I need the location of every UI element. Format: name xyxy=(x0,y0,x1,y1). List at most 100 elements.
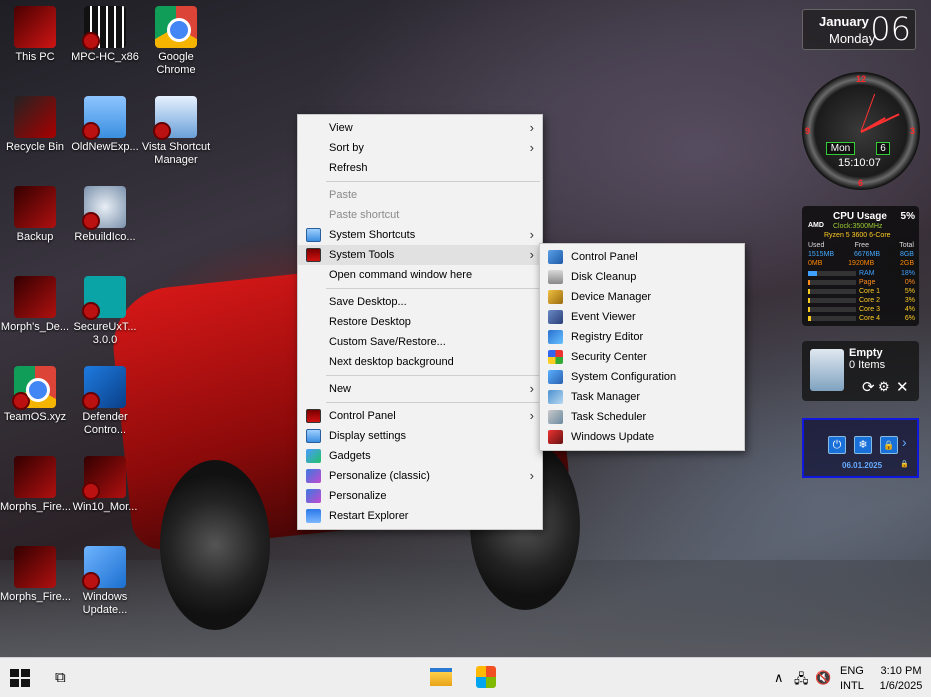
menu-item-save-desktop[interactable]: Save Desktop... xyxy=(298,292,542,312)
defender-icon xyxy=(82,366,126,410)
submenu-item-control-panel[interactable]: Control Panel xyxy=(540,247,744,267)
taskbar-clock[interactable]: 3:10 PM 1/6/2025 xyxy=(876,664,926,694)
refresh-icon[interactable]: ⟳ xyxy=(862,378,875,396)
folder-icon xyxy=(82,96,126,140)
desktop-icon-windows-update[interactable]: Windows Update... xyxy=(70,546,140,617)
desktop-icon-backup[interactable]: Backup xyxy=(0,186,70,244)
this-pc-icon xyxy=(14,6,56,48)
secureux-icon xyxy=(82,276,126,320)
desktop-icon-defender-control[interactable]: Defender Contro... xyxy=(70,366,140,437)
show-hidden-icons-chevron-icon[interactable]: ∧ xyxy=(774,670,784,686)
usage-meter-value: 18% xyxy=(900,270,915,277)
next-arrow-icon[interactable]: › xyxy=(902,434,907,450)
desktop-icon-oldnewexp[interactable]: OldNewExp... xyxy=(70,96,140,154)
menu-item-custom-save-restore[interactable]: Custom Save/Restore... xyxy=(298,332,542,352)
disk-cleanup-icon xyxy=(548,270,563,284)
cpu-clock-speed: Clock:3500MHz xyxy=(833,223,883,230)
submenu-item-disk-cleanup[interactable]: Disk Cleanup xyxy=(540,267,744,287)
menu-item-system-tools[interactable]: System Tools › xyxy=(298,245,542,265)
submenu-item-system-configuration[interactable]: System Configuration xyxy=(540,367,744,387)
desktop-icon-rebuildicon[interactable]: RebuildIco... xyxy=(70,186,140,244)
menu-item-label: Event Viewer xyxy=(571,311,636,323)
calendar-gadget[interactable]: January Monday 06 xyxy=(802,9,916,50)
menu-item-personalize[interactable]: Personalize xyxy=(298,486,542,506)
settings-icon[interactable]: ⚙ xyxy=(878,379,890,395)
memory-header: Used xyxy=(808,242,825,249)
windows-update-icon xyxy=(82,546,126,590)
menu-item-new[interactable]: New › xyxy=(298,379,542,399)
menu-item-restart-explorer[interactable]: Restart Explorer xyxy=(298,506,542,526)
menu-item-view[interactable]: View › xyxy=(298,118,542,138)
submenu-item-windows-update[interactable]: Windows Update xyxy=(540,427,744,447)
menu-item-label: Display settings xyxy=(329,430,407,442)
power-button[interactable]: ⏻ xyxy=(828,436,846,454)
menu-separator xyxy=(326,181,540,182)
menu-item-next-desktop-background[interactable]: Next desktop background xyxy=(298,352,542,372)
personalize-icon xyxy=(306,469,321,483)
submenu-item-task-scheduler[interactable]: Task Scheduler xyxy=(540,407,744,427)
desktop-icon-recycle-bin[interactable]: Recycle Bin xyxy=(0,96,70,154)
windows-start-icon[interactable] xyxy=(10,669,30,687)
language-indicator[interactable]: ENG INTL xyxy=(840,664,864,694)
recycle-bin-item-count: 0 Items xyxy=(849,359,886,371)
submenu-item-security-center[interactable]: Security Center xyxy=(540,347,744,367)
vista-shortcut-icon xyxy=(153,96,197,140)
microsoft-store-icon[interactable] xyxy=(476,666,496,688)
taskbar-date: 1/6/2025 xyxy=(879,680,923,692)
clock-date: 6 xyxy=(876,142,890,155)
task-view-icon[interactable]: ⧉ xyxy=(55,669,66,686)
sleep-button[interactable]: ❄ xyxy=(854,436,872,454)
usage-meter-fill xyxy=(808,298,810,303)
desktop-icon-win10-mor[interactable]: Win10_Mor... xyxy=(70,456,140,514)
submenu-arrow-icon: › xyxy=(529,140,534,155)
menu-item-open-command-window[interactable]: Open command window here xyxy=(298,265,542,285)
clock-number-3: 3 xyxy=(910,126,916,136)
small-lock-icon: 🔒 xyxy=(900,461,909,468)
lock-button[interactable]: 🔒 xyxy=(880,436,898,454)
desktop-icon-morphs-fire-2[interactable]: Morphs_Fire... xyxy=(0,546,71,604)
recycle-bin-icon xyxy=(810,349,844,391)
usage-meter-bar xyxy=(808,289,856,294)
security-center-icon xyxy=(548,350,563,364)
file-explorer-icon[interactable] xyxy=(430,668,452,686)
menu-item-sort-by[interactable]: Sort by › xyxy=(298,138,542,158)
menu-item-personalize-classic[interactable]: Personalize (classic) › xyxy=(298,466,542,486)
mpc-hc-icon xyxy=(82,6,126,50)
windows-update-icon xyxy=(548,430,563,444)
desktop-icon-this-pc[interactable]: This PC xyxy=(0,6,70,64)
desktop-icon-mpc-hc[interactable]: MPC-HC_x86 xyxy=(70,6,140,64)
monitor-icon xyxy=(306,248,321,262)
clock-number-9: 9 xyxy=(805,126,811,136)
network-icon[interactable]: 🖧 xyxy=(794,670,809,692)
menu-item-control-panel[interactable]: Control Panel › xyxy=(298,406,542,426)
robot-icon xyxy=(82,186,126,230)
submenu-item-task-manager[interactable]: Task Manager xyxy=(540,387,744,407)
menu-item-label: Device Manager xyxy=(571,291,652,303)
keyboard-layout: INTL xyxy=(840,680,864,692)
menu-item-display-settings[interactable]: Display settings xyxy=(298,426,542,446)
usage-meter-bar xyxy=(808,298,856,303)
desktop-icon-teamos[interactable]: TeamOS.xyz xyxy=(0,366,70,424)
submenu-item-registry-editor[interactable]: Registry Editor xyxy=(540,327,744,347)
usage-meter-bar xyxy=(808,280,856,285)
desktop-icon-morphs-de[interactable]: Morph's_De... xyxy=(0,276,70,334)
menu-item-label: System Shortcuts xyxy=(329,229,416,241)
monitor-icon xyxy=(306,409,321,423)
submenu-item-device-manager[interactable]: Device Manager xyxy=(540,287,744,307)
desktop-icon-google-chrome[interactable]: Google Chrome xyxy=(141,6,211,77)
speaker-muted-icon[interactable]: 🔇 xyxy=(815,670,831,686)
submenu-item-event-viewer[interactable]: Event Viewer xyxy=(540,307,744,327)
close-icon[interactable]: ✕ xyxy=(896,378,909,396)
desktop-icon-morphs-fire[interactable]: Morphs_Fire... xyxy=(0,456,71,514)
recycle-bin-gadget[interactable]: Empty 0 Items ⟳ ⚙ ✕ xyxy=(802,341,919,401)
menu-item-refresh[interactable]: Refresh xyxy=(298,158,542,178)
shutdown-gadget[interactable]: ⏻ ❄ 🔒 › 06.01.2025 🔒 xyxy=(802,418,919,478)
menu-item-system-shortcuts[interactable]: System Shortcuts › xyxy=(298,225,542,245)
clock-digital-time: 15:10:07 xyxy=(838,157,881,169)
desktop-icon-vista-shortcut-manager[interactable]: Vista Shortcut Manager xyxy=(141,96,211,167)
desktop-icon-secureux[interactable]: SecureUxT... 3.0.0 xyxy=(70,276,140,347)
menu-item-restore-desktop[interactable]: Restore Desktop xyxy=(298,312,542,332)
menu-item-gadgets[interactable]: Gadgets xyxy=(298,446,542,466)
cpu-usage-gadget[interactable]: AMD CPU Usage 5% Clock:3500MHz Ryzen 5 3… xyxy=(802,206,919,326)
clock-gadget[interactable]: 12 3 6 9 Mon 6 15:10:07 xyxy=(802,72,920,190)
